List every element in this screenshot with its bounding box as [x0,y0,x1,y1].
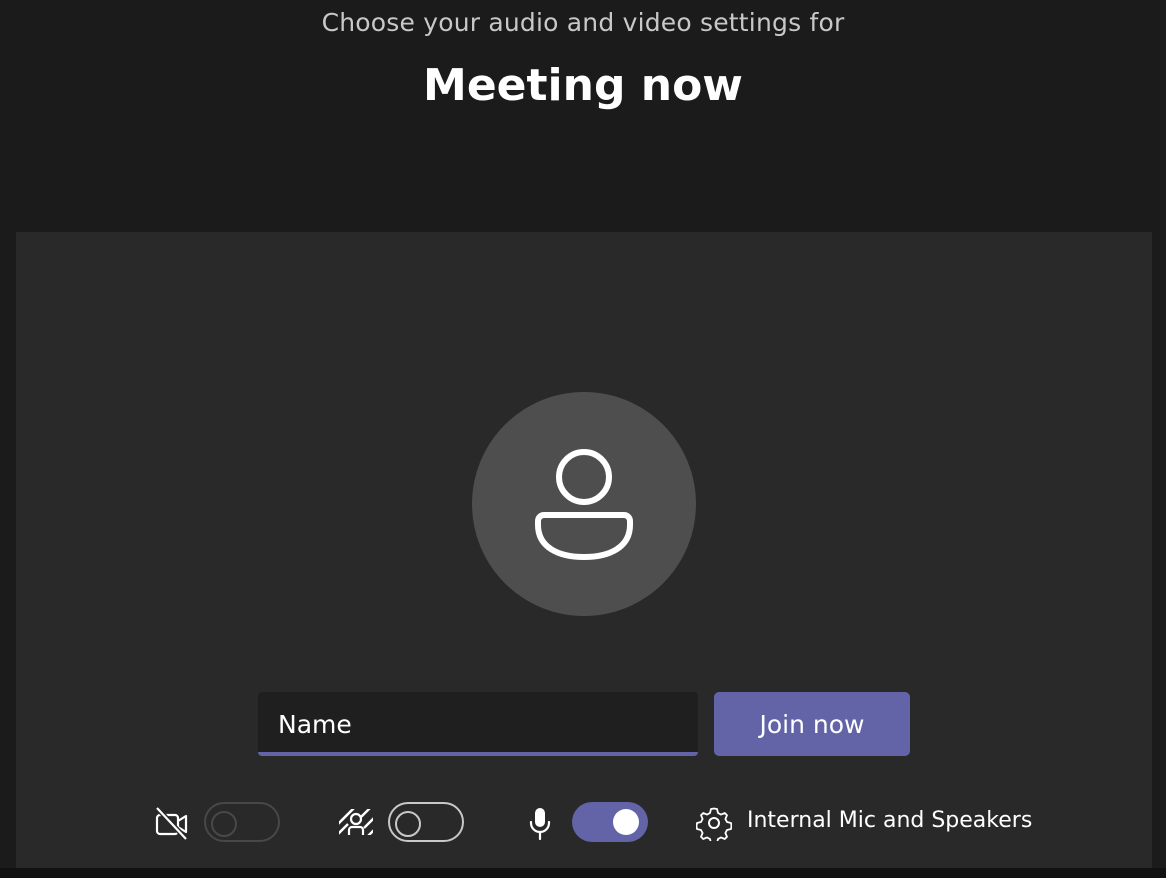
microphone-toggle-knob [613,809,639,835]
video-off-icon[interactable] [154,806,190,842]
audio-device-label[interactable]: Internal Mic and Speakers [747,808,1032,833]
person-icon [535,449,633,560]
meeting-title: Meeting now [423,60,743,111]
bottom-strip [0,868,1166,878]
name-field-container [258,692,698,756]
gear-icon[interactable] [696,805,732,841]
name-input[interactable] [258,692,698,752]
join-now-button[interactable]: Join now [714,692,910,756]
background-effects-toggle-knob [395,811,421,837]
avatar [472,392,696,616]
video-toggle[interactable] [204,802,280,842]
page-subtitle: Choose your audio and video settings for [321,8,845,37]
video-toggle-knob [211,811,237,837]
microphone-toggle[interactable] [572,802,648,842]
microphone-icon[interactable] [526,806,554,842]
device-controls: Internal Mic and Speakers [16,798,1152,848]
background-effects-toggle[interactable] [388,802,464,842]
background-blur-icon[interactable] [338,806,374,840]
video-preview-panel: Join now [16,232,1152,868]
